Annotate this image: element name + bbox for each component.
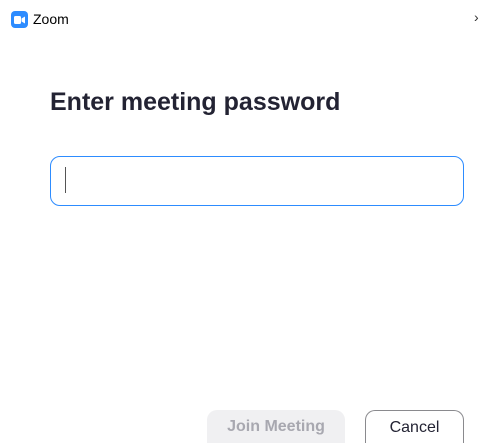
- join-meeting-button[interactable]: Join Meeting: [207, 410, 345, 443]
- zoom-video-icon: [11, 11, 28, 28]
- password-input[interactable]: [50, 156, 464, 206]
- title-bar: Zoom ›: [0, 0, 483, 36]
- zoom-password-window: Zoom › Enter meeting password Join Meeti…: [0, 0, 483, 443]
- page-title: Enter meeting password: [50, 88, 341, 116]
- text-caret: [65, 167, 66, 193]
- chevron-right-icon[interactable]: ›: [474, 8, 479, 26]
- cancel-button[interactable]: Cancel: [365, 410, 464, 443]
- app-title: Zoom: [33, 11, 69, 27]
